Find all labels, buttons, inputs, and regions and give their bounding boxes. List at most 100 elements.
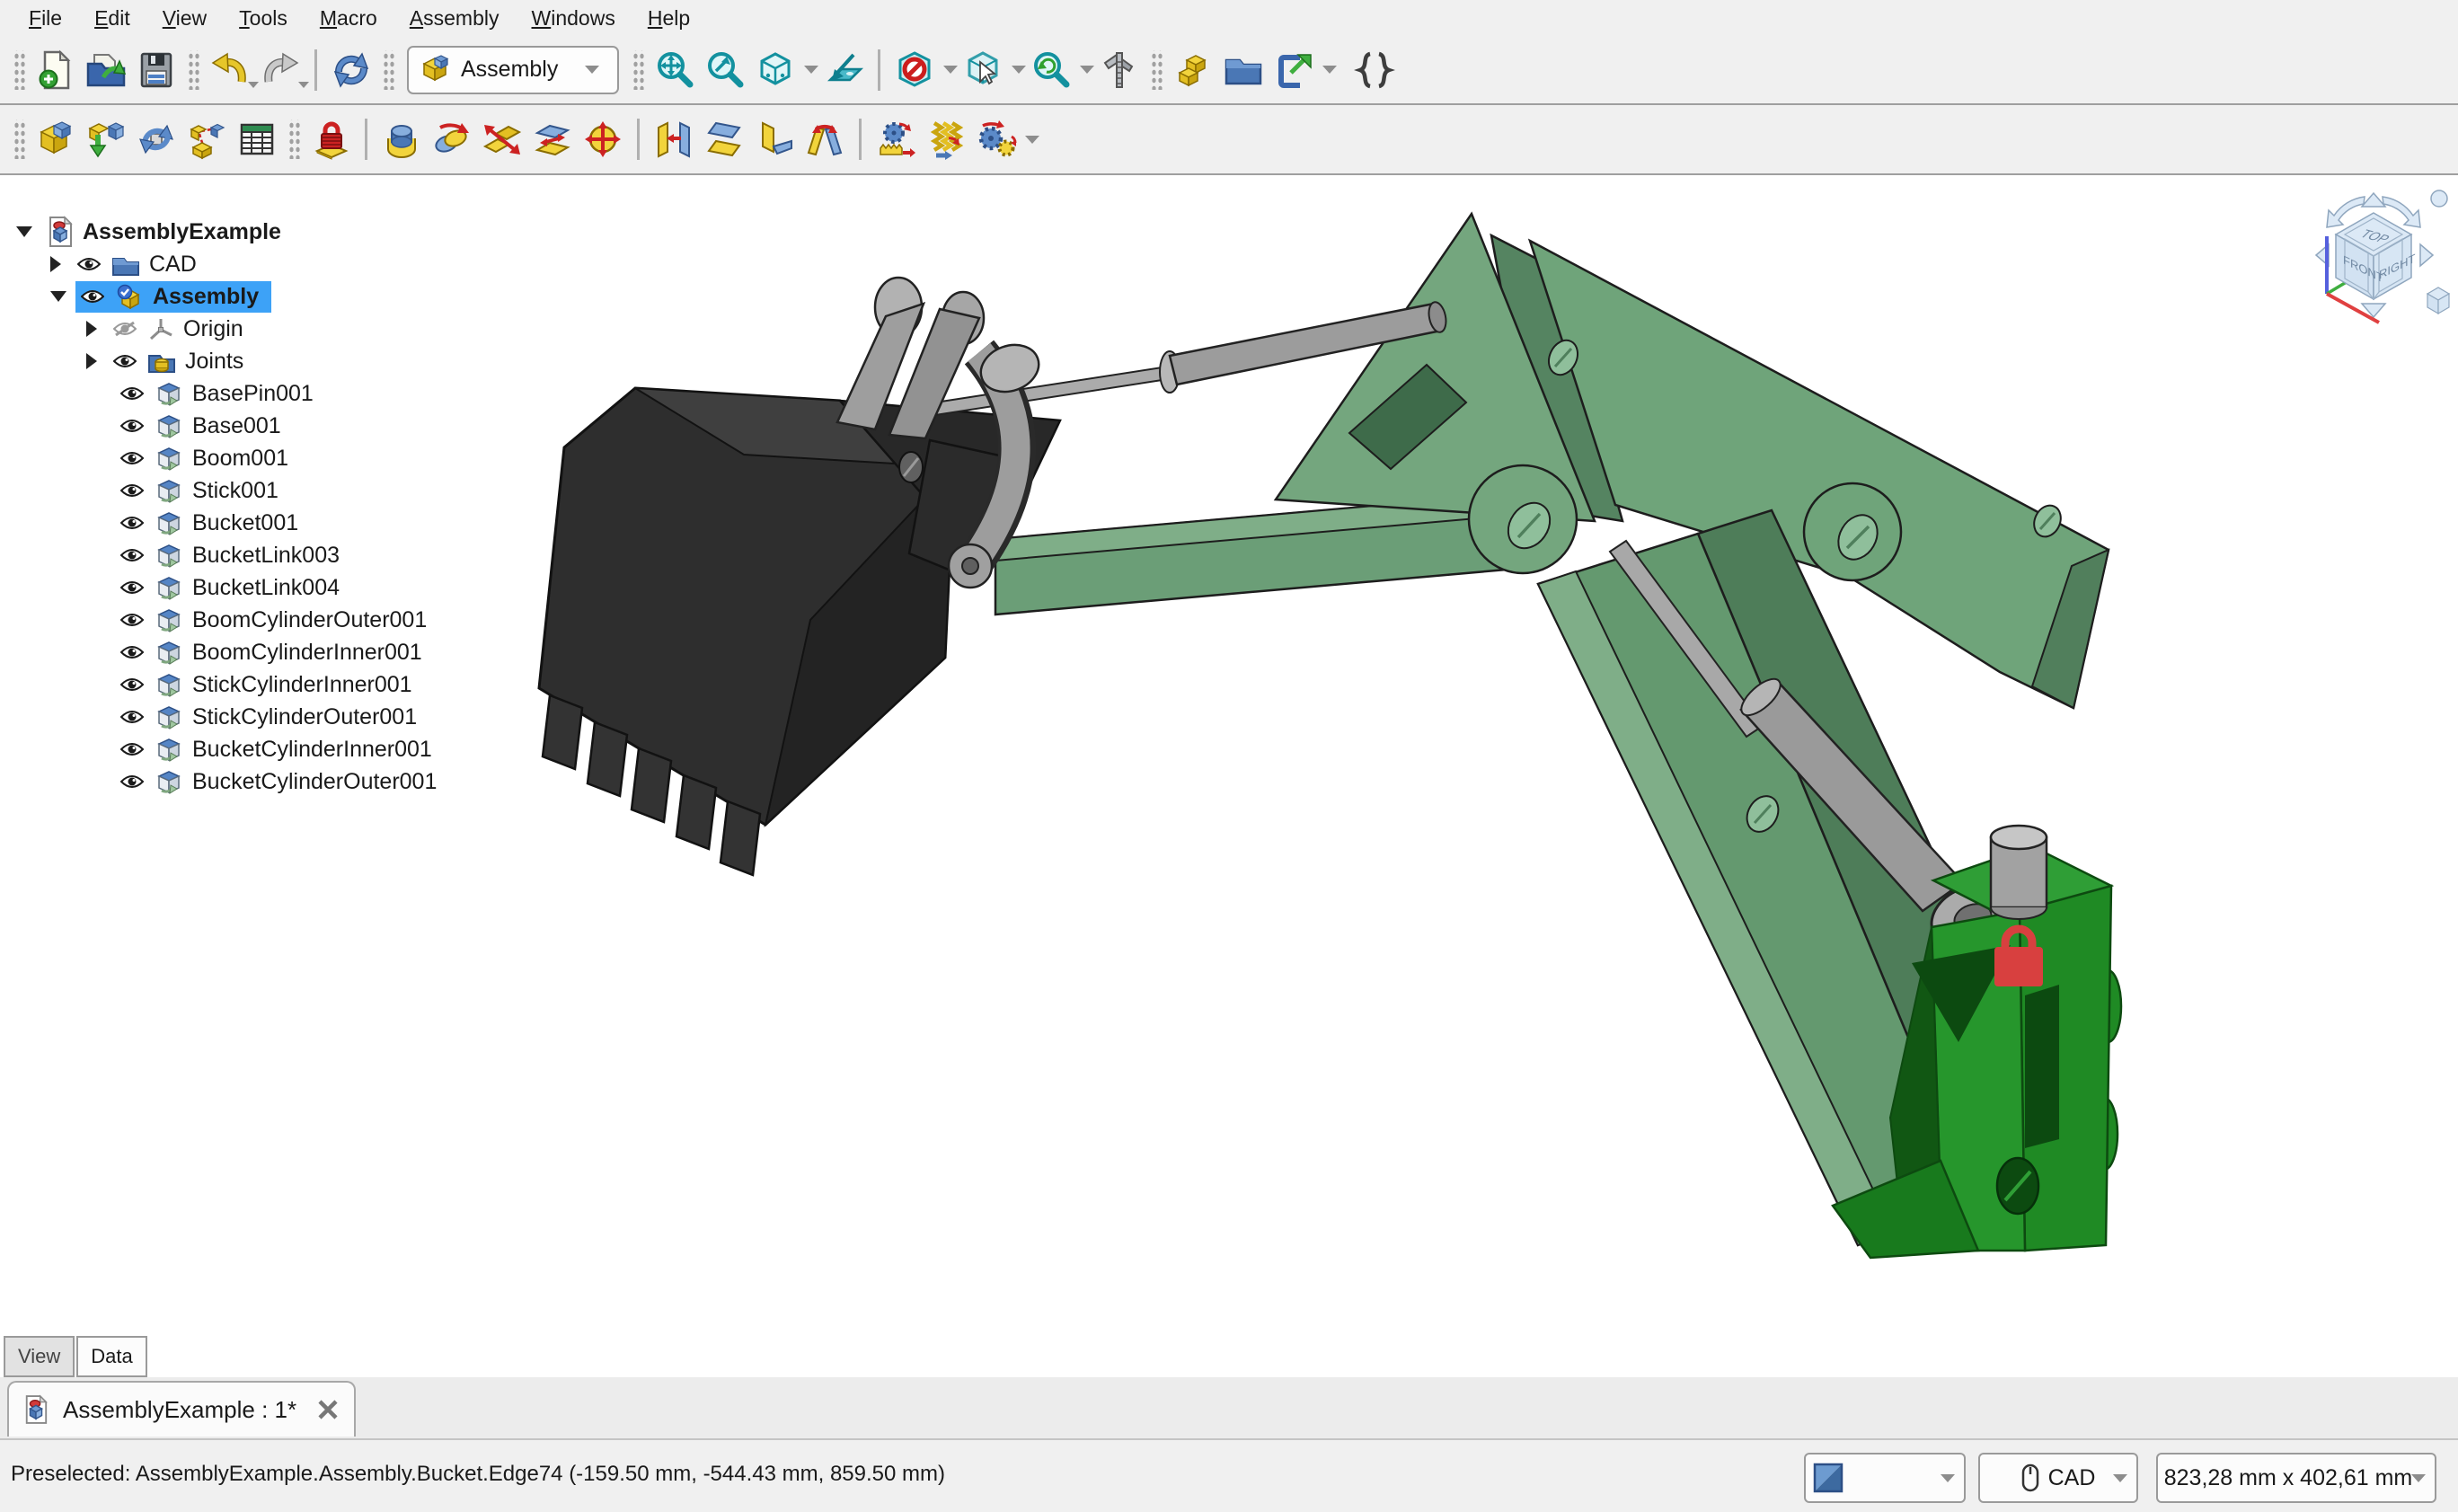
create-distance-joint-button[interactable] — [649, 114, 699, 164]
menu-file[interactable]: File — [13, 3, 78, 34]
tree-item-stick001[interactable]: Stick001 — [120, 474, 279, 507]
align-to-selection-button[interactable] — [818, 45, 869, 95]
tree-item-bucket001[interactable]: Bucket001 — [120, 507, 298, 539]
visibility-eye-icon[interactable] — [77, 256, 101, 272]
navigation-style-selector[interactable]: CAD — [1978, 1453, 2138, 1503]
open-document-button[interactable] — [81, 45, 131, 95]
expand-arrow[interactable] — [50, 291, 66, 302]
viewport-size-selector[interactable]: 823,28 mm x 402,61 mm — [2156, 1453, 2436, 1503]
visibility-eye-icon[interactable] — [120, 612, 144, 628]
save-document-button[interactable] — [131, 45, 181, 95]
tree-item-bucketlink003[interactable]: BucketLink003 — [120, 539, 340, 571]
expand-arrow[interactable] — [86, 321, 97, 337]
tree-item-bucketcylinderinner001[interactable]: BucketCylinderInner001 — [120, 733, 432, 765]
view-zoom-dropdown[interactable] — [1080, 66, 1094, 74]
create-rack-pinion-joint-button[interactable] — [871, 114, 921, 164]
visibility-eye-icon[interactable] — [120, 579, 144, 596]
menu-macro[interactable]: Macro — [304, 3, 393, 34]
expand-arrow[interactable] — [50, 256, 61, 272]
visibility-eye-icon[interactable] — [120, 709, 144, 725]
create-angle-joint-button[interactable] — [800, 114, 850, 164]
create-group-button[interactable] — [1218, 45, 1269, 95]
tree-item-base001[interactable]: Base001 — [120, 410, 281, 442]
tree-item-cad[interactable]: CAD — [50, 248, 197, 280]
create-gears-joint-button[interactable] — [971, 114, 1021, 164]
clipping-dropdown[interactable] — [943, 66, 958, 74]
create-parallel-joint-button[interactable] — [699, 114, 749, 164]
create-slider-joint-button[interactable] — [477, 114, 527, 164]
link-dropdown[interactable] — [1322, 66, 1337, 74]
undo-button[interactable] — [205, 45, 255, 95]
menu-windows[interactable]: Windows — [516, 3, 632, 34]
expression-editor-button[interactable] — [1349, 45, 1400, 95]
toolbar-grip[interactable] — [187, 50, 199, 90]
toolbar-grip[interactable] — [287, 119, 300, 159]
visibility-eye-icon[interactable] — [113, 353, 137, 369]
tree-item-boomcylinderinner001[interactable]: BoomCylinderInner001 — [120, 636, 422, 668]
menu-tools[interactable]: Tools — [223, 3, 304, 34]
tree-item-boomcylinderouter001[interactable]: BoomCylinderOuter001 — [120, 604, 427, 636]
viewport[interactable]: TOP FRONT RIGHT AssemblyExample CAD — [0, 175, 2458, 1377]
create-cylindrical-joint-button[interactable] — [427, 114, 477, 164]
tree-item-basepin001[interactable]: BasePin001 — [120, 377, 314, 410]
create-screw-joint-button[interactable] — [921, 114, 971, 164]
tree-item-joints[interactable]: Joints — [86, 345, 243, 377]
toolbar-grip[interactable] — [632, 50, 644, 90]
visibility-eye-icon[interactable] — [120, 644, 144, 660]
workbench-selector[interactable]: Assembly — [407, 46, 619, 94]
create-fixed-joint-button[interactable] — [305, 114, 356, 164]
toolbar-grip[interactable] — [1150, 50, 1163, 90]
visibility-eye-icon[interactable] — [81, 288, 104, 305]
visibility-eye-icon[interactable] — [120, 547, 144, 563]
bill-of-materials-button[interactable] — [232, 114, 282, 164]
menu-help[interactable]: Help — [632, 3, 706, 34]
toolbar-grip[interactable] — [382, 50, 394, 90]
create-assembly-button[interactable] — [31, 114, 81, 164]
isometric-view-button[interactable] — [750, 45, 800, 95]
menu-assembly[interactable]: Assembly — [393, 3, 516, 34]
create-planar-joint-button[interactable] — [527, 114, 578, 164]
insert-component-button[interactable] — [81, 114, 131, 164]
visibility-eye-icon[interactable] — [120, 450, 144, 466]
tree-item-stickcylinderouter001[interactable]: StickCylinderOuter001 — [120, 701, 417, 733]
menu-edit[interactable]: Edit — [78, 3, 146, 34]
visibility-eye-icon[interactable] — [120, 515, 144, 531]
draw-style-selector[interactable] — [1804, 1453, 1966, 1503]
box-selection-dropdown[interactable] — [1012, 66, 1026, 74]
link-actions-button[interactable] — [1269, 45, 1319, 95]
tree-item-stickcylinderinner001[interactable]: StickCylinderInner001 — [120, 668, 412, 701]
create-part-button[interactable] — [1168, 45, 1218, 95]
refresh-button[interactable] — [326, 45, 376, 95]
visibility-eye-icon[interactable] — [120, 385, 144, 402]
tree-item-assemblyexample[interactable]: AssemblyExample — [16, 216, 281, 248]
tab-view[interactable]: View — [4, 1336, 75, 1377]
toolbar-grip[interactable] — [13, 50, 25, 90]
visibility-eye-icon[interactable] — [120, 482, 144, 499]
solve-assembly-button[interactable] — [131, 114, 181, 164]
fit-selection-button[interactable] — [700, 45, 750, 95]
document-tab-assemblyexample[interactable]: AssemblyExample : 1* — [7, 1381, 356, 1437]
toolbar-grip[interactable] — [13, 119, 25, 159]
close-icon[interactable] — [316, 1398, 340, 1421]
expand-arrow[interactable] — [86, 353, 97, 369]
menu-view[interactable]: View — [146, 3, 223, 34]
tree-item-assembly[interactable]: Assembly — [50, 280, 271, 313]
visibility-eye-icon[interactable] — [120, 418, 144, 434]
tree-item-boom001[interactable]: Boom001 — [120, 442, 288, 474]
visibility-eye-icon[interactable] — [120, 741, 144, 757]
tree-item-bucketlink004[interactable]: BucketLink004 — [120, 571, 340, 604]
visibility-eye-icon[interactable] — [120, 676, 144, 693]
gears-dropdown[interactable] — [1025, 136, 1039, 144]
visibility-eye-icon[interactable] — [120, 774, 144, 790]
view-dropdown[interactable] — [804, 66, 818, 74]
box-element-selection-button[interactable] — [958, 45, 1008, 95]
new-document-button[interactable] — [31, 45, 81, 95]
tree-item-origin[interactable]: Origin — [86, 313, 243, 345]
measure-button[interactable] — [1094, 45, 1145, 95]
tree-item-bucketcylinderouter001[interactable]: BucketCylinderOuter001 — [120, 765, 437, 798]
view-zoom-button[interactable] — [1026, 45, 1076, 95]
toggle-clipping-button[interactable] — [889, 45, 940, 95]
fit-all-button[interactable] — [650, 45, 700, 95]
create-ball-joint-button[interactable] — [578, 114, 628, 164]
create-perpendicular-joint-button[interactable] — [749, 114, 800, 164]
